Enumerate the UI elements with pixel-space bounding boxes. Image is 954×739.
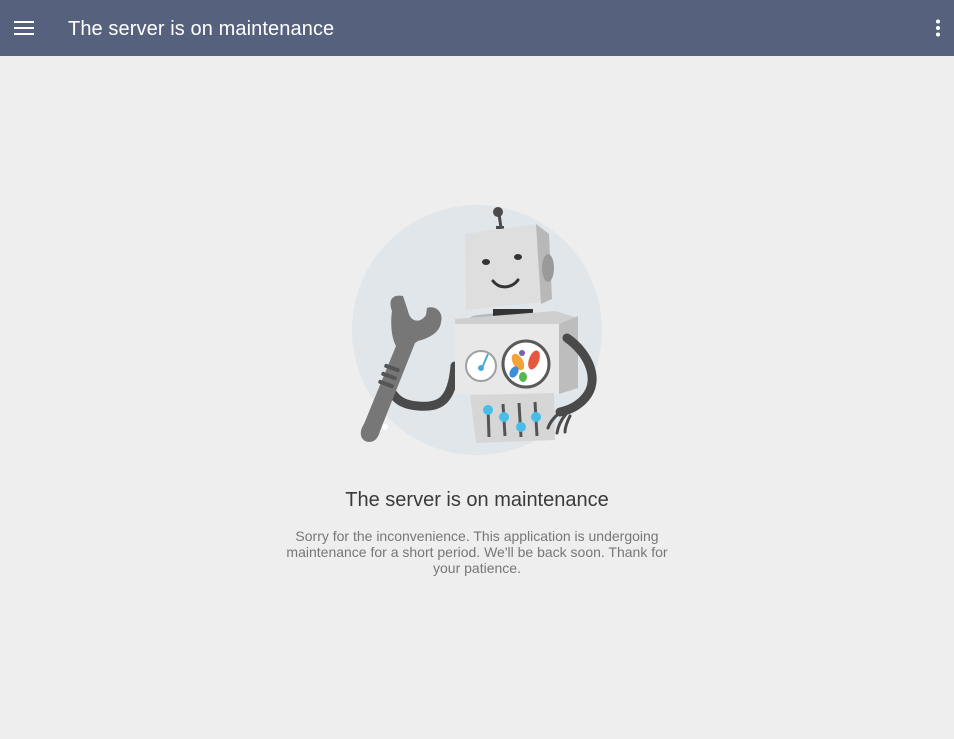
main-content: The server is on maintenance Sorry for t… xyxy=(0,56,954,739)
hamburger-menu-icon xyxy=(14,21,34,35)
robot-with-wrench-illustration xyxy=(352,205,602,455)
menu-button[interactable] xyxy=(8,12,40,44)
maintenance-message: Sorry for the inconvenience. This applic… xyxy=(286,528,668,576)
more-vertical-icon xyxy=(936,19,940,37)
app-bar: The server is on maintenance xyxy=(0,0,954,56)
maintenance-heading: The server is on maintenance xyxy=(345,489,609,511)
app-bar-title: The server is on maintenance xyxy=(68,18,335,40)
more-options-button[interactable] xyxy=(926,12,950,44)
